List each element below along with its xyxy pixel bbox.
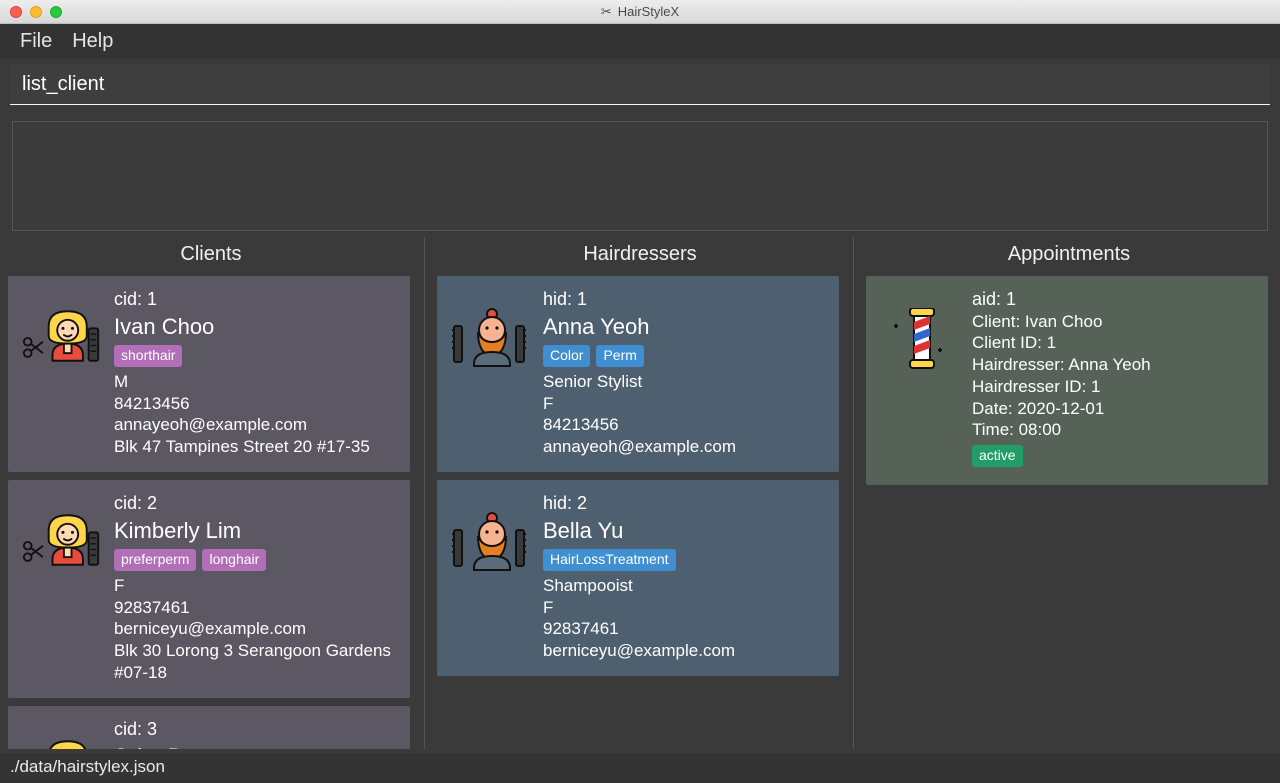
- hairdresser-tags: HairLossTreatment: [543, 549, 825, 571]
- hairdresser-tag: HairLossTreatment: [543, 549, 676, 571]
- hairdresser-phone: 92837461: [543, 618, 825, 640]
- appointment-client: Client: Ivan Choo: [972, 311, 1254, 333]
- titlebar: ✂ HairStyleX: [0, 0, 1280, 24]
- client-name: Ivan Choo: [114, 313, 396, 341]
- client-address: Blk 47 Tampines Street 20 #17-35: [114, 436, 396, 458]
- appointment-client-id: Client ID: 1: [972, 332, 1254, 354]
- hairdresser-title: Senior Stylist: [543, 371, 825, 393]
- client-phone: 92837461: [114, 597, 396, 619]
- client-card-body: cid: 2Kimberly Lim preferperm longhair F928…: [114, 492, 396, 684]
- appointment-hairdresser: Hairdresser: Anna Yeoh: [972, 354, 1254, 376]
- client-avatar-icon: [22, 718, 102, 749]
- hairdresser-id: hid: 2: [543, 492, 825, 515]
- menu-file[interactable]: File: [20, 30, 52, 53]
- appointments-column: Appointments aid: 1Client: Ivan ChooClie…: [853, 237, 1272, 749]
- clients-column: Clients cid: 1Ivan Choo shorthair M8421345…: [8, 237, 414, 749]
- appointment-card-body: aid: 1Client: Ivan ChooClient ID: 1Haird…: [972, 288, 1254, 471]
- result-display: [12, 121, 1268, 231]
- client-tag: longhair: [202, 549, 266, 571]
- hairdresser-tags: Color Perm: [543, 345, 825, 367]
- hairdresser-phone: 84213456: [543, 414, 825, 436]
- scissors-icon: ✂: [601, 4, 612, 20]
- client-address: Blk 30 Lorong 3 Serangoon Gardens #07-18: [114, 640, 396, 684]
- appointment-card[interactable]: aid: 1Client: Ivan ChooClient ID: 1Haird…: [866, 276, 1268, 485]
- hairdresser-tag: Color: [543, 345, 590, 367]
- client-card[interactable]: cid: 2Kimberly Lim preferperm longhair F928…: [8, 480, 410, 698]
- hairdresser-card[interactable]: hid: 1Anna Yeoh Color Perm Senior StylistF8…: [437, 276, 839, 472]
- client-card-body: cid: 1Ivan Choo shorthair M84213456annayeo…: [114, 288, 396, 458]
- hairdressers-column: Hairdressers hid: 1Anna Yeoh Color Perm Sen…: [424, 237, 843, 749]
- client-email: annayeoh@example.com: [114, 414, 396, 436]
- client-phone: 84213456: [114, 393, 396, 415]
- hairdresser-gender: F: [543, 597, 825, 619]
- client-card-body: cid: 3John DoeowesMoneyshortHairM: [114, 718, 396, 749]
- hairdresser-email: berniceyu@example.com: [543, 640, 825, 662]
- menubar: File Help: [0, 24, 1280, 59]
- client-tags: preferperm longhair: [114, 549, 396, 571]
- client-tag: preferperm: [114, 549, 196, 571]
- appointment-time: Time: 08:00: [972, 419, 1254, 441]
- hairdresser-avatar-icon: [451, 288, 531, 368]
- command-input[interactable]: [10, 65, 1270, 105]
- hairdresser-id: hid: 1: [543, 288, 825, 311]
- hairdressers-title: Hairdressers: [437, 237, 843, 276]
- hairdresser-name: Anna Yeoh: [543, 313, 825, 341]
- appointment-hairdresser-id: Hairdresser ID: 1: [972, 376, 1254, 398]
- appointment-date: Date: 2020-12-01: [972, 398, 1254, 420]
- menu-help[interactable]: Help: [72, 30, 113, 53]
- client-tag: shorthair: [114, 345, 182, 367]
- client-avatar-icon: [22, 492, 102, 568]
- hairdresser-card-body: hid: 1Anna Yeoh Color Perm Senior StylistF8…: [543, 288, 825, 458]
- client-card[interactable]: cid: 3John DoeowesMoneyshortHairM: [8, 706, 410, 749]
- statusbar: ./data/hairstylex.json: [0, 753, 1280, 783]
- hairdresser-email: annayeoh@example.com: [543, 436, 825, 458]
- barber-pole-icon: [880, 288, 960, 370]
- client-gender: F: [114, 575, 396, 597]
- client-email: berniceyu@example.com: [114, 618, 396, 640]
- client-id: cid: 3: [114, 718, 396, 741]
- client-card[interactable]: cid: 1Ivan Choo shorthair M84213456annayeo…: [8, 276, 410, 472]
- hairdresser-card[interactable]: hid: 2Bella Yu HairLossTreatment Shampoois…: [437, 480, 839, 676]
- hairdresser-tag: Perm: [596, 345, 643, 367]
- command-row: [0, 59, 1280, 105]
- client-tags: shorthair: [114, 345, 396, 367]
- statusbar-path: ./data/hairstylex.json: [10, 757, 165, 776]
- hairdresser-name: Bella Yu: [543, 517, 825, 545]
- clients-list[interactable]: cid: 1Ivan Choo shorthair M84213456annayeo…: [8, 276, 414, 749]
- appointment-status-tags: active: [972, 445, 1254, 467]
- appointment-status: active: [972, 445, 1023, 467]
- client-avatar-icon: [22, 288, 102, 364]
- appointments-title: Appointments: [866, 237, 1272, 276]
- client-name: John Doe: [114, 743, 396, 749]
- clients-title: Clients: [8, 237, 414, 276]
- client-gender: M: [114, 371, 396, 393]
- window-title-text: HairStyleX: [618, 4, 679, 19]
- hairdresser-title: Shampooist: [543, 575, 825, 597]
- client-id: cid: 2: [114, 492, 396, 515]
- client-id: cid: 1: [114, 288, 396, 311]
- hairdresser-gender: F: [543, 393, 825, 415]
- hairdressers-list[interactable]: hid: 1Anna YeohColorPermSenior StylistF8…: [437, 276, 843, 749]
- client-name: Kimberly Lim: [114, 517, 396, 545]
- hairdresser-card-body: hid: 2Bella Yu HairLossTreatment Shampoois…: [543, 492, 825, 662]
- hairdresser-avatar-icon: [451, 492, 531, 572]
- columns-container: Clients cid: 1Ivan ChooshorthairM8421345…: [0, 237, 1280, 753]
- window-title: ✂ HairStyleX: [0, 4, 1280, 20]
- appointments-list[interactable]: aid: 1Client: Ivan ChooClient ID: 1Haird…: [866, 276, 1272, 749]
- appointment-id: aid: 1: [972, 288, 1254, 311]
